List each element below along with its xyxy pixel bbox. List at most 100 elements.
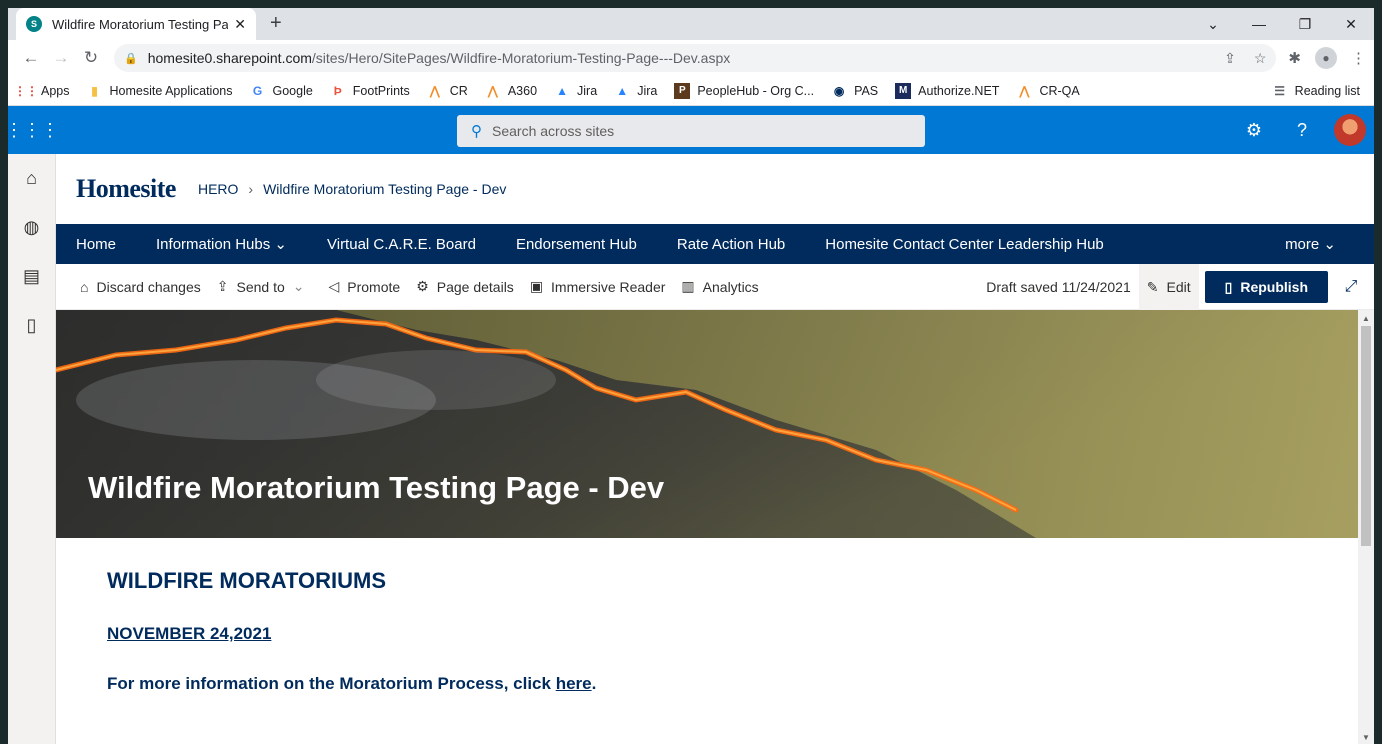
bookmark-pas[interactable]: ◉ PAS [831,83,878,99]
bookmark-google[interactable]: G Google [249,83,313,99]
info-end: . [591,674,597,693]
profile-icon[interactable]: ● [1315,47,1337,69]
authorize-icon: M [895,82,912,99]
help-icon[interactable]: ? [1278,120,1326,141]
file-icon[interactable]: ▯ [8,301,55,350]
promote-button[interactable]: ◁ Promote [328,278,400,295]
send-to-button[interactable]: ⇪ Send to ⌄ [217,278,313,295]
bookmarks-bar: ⋮⋮ Apps ▮ Homesite Applications G Google ϷF… [8,76,1374,106]
republish-button[interactable]: ▯ Republish [1204,271,1328,303]
bookmark-apps[interactable]: ⋮⋮ Apps [14,83,70,99]
share-icon[interactable]: ⇪ [1224,50,1236,67]
search-box[interactable]: ⚲ Search across sites [457,115,925,147]
suite-bar: ⋮⋮⋮ ⚲ Search across sites ⚙ ? [8,106,1374,154]
bookmark-jira-2[interactable]: ▲ Jira [614,83,657,99]
date-heading[interactable]: NOVEMBER 24,2021 [107,624,1374,644]
tab-title: Wildfire Moratorium Testing Page - Dev [52,16,229,32]
bookmark-jira-1[interactable]: ▲ Jira [554,83,597,99]
breadcrumb-current[interactable]: Wildfire Moratorium Testing Page - Dev [263,181,506,197]
restore-icon[interactable]: ❐ [1282,8,1328,40]
homesite-logo[interactable]: Homesite [76,174,176,204]
bookmark-cr[interactable]: ⋀ CR [427,83,468,99]
bookmark-cr-qa[interactable]: ⋀ CR-QA [1016,83,1080,99]
scroll-down-icon[interactable]: ▼ [1358,733,1374,742]
nav-virtual-care-board[interactable]: Virtual C.A.R.E. Board [315,236,488,253]
bookmark-label: Jira [577,83,598,98]
folder-icon: ▮ [91,83,98,98]
bookmark-label: Google [272,83,313,98]
search-placeholder: Search across sites [492,123,615,139]
lock-icon[interactable]: 🔒 [124,52,138,65]
sharepoint-app-bar: ⌂ ◍ ▤ ▯ [8,154,56,744]
new-tab-button[interactable]: + [270,12,282,35]
tab-search-icon[interactable]: ⌄ [1190,8,1236,40]
forward-icon[interactable]: → [46,43,76,73]
menu-kebab-icon[interactable]: ⋮ [1351,49,1366,67]
nav-information-hubs[interactable]: Information Hubs ⌄ [144,235,299,253]
news-icon[interactable]: ▤ [8,252,55,301]
home-icon[interactable]: ⌂ [8,154,55,203]
bookmark-homesite-applications[interactable]: ▮ Homesite Applications [87,83,232,99]
bookmark-label: PeopleHub - Org C... [697,83,815,98]
command-label: Analytics [702,278,759,295]
scroll-thumb[interactable] [1361,326,1371,546]
vertical-scrollbar[interactable]: ▲ ▼ [1358,310,1374,744]
tab-strip: S Wildfire Moratorium Testing Page - Dev… [8,8,1374,40]
address-row: ← → ↻ 🔒 homesite0.sharepoint.com /sites/… [8,40,1374,76]
close-tab-icon[interactable]: ✕ [234,16,246,33]
address-bar[interactable]: 🔒 homesite0.sharepoint.com /sites/Hero/S… [114,44,1277,72]
globe-icon[interactable]: ◍ [8,203,55,252]
nav-more[interactable]: more ⌄ [1273,235,1348,253]
command-label: Page details [436,278,514,295]
extensions-icon[interactable]: ✱ [1288,49,1301,67]
peoplehub-icon: P [674,82,691,99]
confluence-icon: ⋀ [487,83,498,98]
gear-icon: ⚙ [416,278,429,294]
immersive-reader-button[interactable]: ▣ Immersive Reader [530,278,666,295]
bookmark-authorize-net[interactable]: M Authorize.NET [895,82,999,99]
chevron-down-icon: ⌄ [274,236,287,253]
jira-icon: ▲ [556,83,568,98]
analytics-button[interactable]: ▥ Analytics [681,278,758,295]
site-navigation: Home Information Hubs ⌄ Virtual C.A.R.E.… [56,224,1374,264]
window-controls: ⌄ — ❐ ✕ [1190,8,1374,40]
app-launcher-icon[interactable]: ⋮⋮⋮ [8,106,59,154]
discard-changes-button[interactable]: ⌂ Discard changes [80,279,201,295]
nav-home[interactable]: Home [64,236,128,253]
immersive-reader-icon: ▣ [529,278,544,294]
hero-banner: Wildfire Moratorium Testing Page - Dev [56,310,1358,538]
discard-icon: ⌂ [80,278,89,295]
nav-contact-center-leadership-hub[interactable]: Homesite Contact Center Leadership Hub [813,236,1115,253]
page-details-button[interactable]: ⚙ Page details [416,278,514,295]
chevron-down-icon: ⌄ [292,278,305,294]
user-avatar[interactable] [1334,114,1366,146]
bookmark-footprints[interactable]: Ϸ FootPrints [330,83,410,99]
edit-button[interactable]: ✎ Edit [1138,264,1199,310]
minimize-icon[interactable]: — [1236,8,1282,40]
here-link[interactable]: here [556,674,592,693]
chevron-down-icon: ⌄ [1323,236,1336,253]
reading-list[interactable]: ☰ Reading list [1272,83,1360,99]
bookmark-label: PAS [854,83,879,98]
browser-tab[interactable]: S Wildfire Moratorium Testing Page - Dev… [16,8,256,40]
bookmark-star-icon[interactable]: ☆ [1254,50,1267,67]
back-icon[interactable]: ← [16,43,46,73]
bookmark-label: Apps [41,83,70,98]
breadcrumb-root[interactable]: HERO [198,181,238,197]
nav-rate-action-hub[interactable]: Rate Action Hub [665,236,797,253]
close-window-icon[interactable]: ✕ [1328,8,1374,40]
bookmark-peoplehub[interactable]: P PeopleHub - Org C... [674,82,815,99]
info-text: For more information on the Moratorium P… [107,674,556,693]
page-body: WILDFIRE MORATORIUMS NOVEMBER 24,2021 Fo… [56,538,1374,734]
bookmark-a360[interactable]: ⋀ A360 [485,83,537,99]
expand-icon[interactable]: ⤢ [1328,278,1374,296]
confluence-icon: ⋀ [1019,83,1030,98]
book-icon: ▯ [1224,278,1233,295]
reload-icon[interactable]: ↻ [76,43,106,73]
bookmark-label: CR [449,83,468,98]
nav-endorsement-hub[interactable]: Endorsement Hub [504,236,649,253]
settings-gear-icon[interactable]: ⚙ [1230,120,1278,141]
command-label: Immersive Reader [551,278,666,295]
scroll-up-icon[interactable]: ▲ [1358,314,1374,323]
page-canvas: Wildfire Moratorium Testing Page - Dev W… [56,310,1374,744]
